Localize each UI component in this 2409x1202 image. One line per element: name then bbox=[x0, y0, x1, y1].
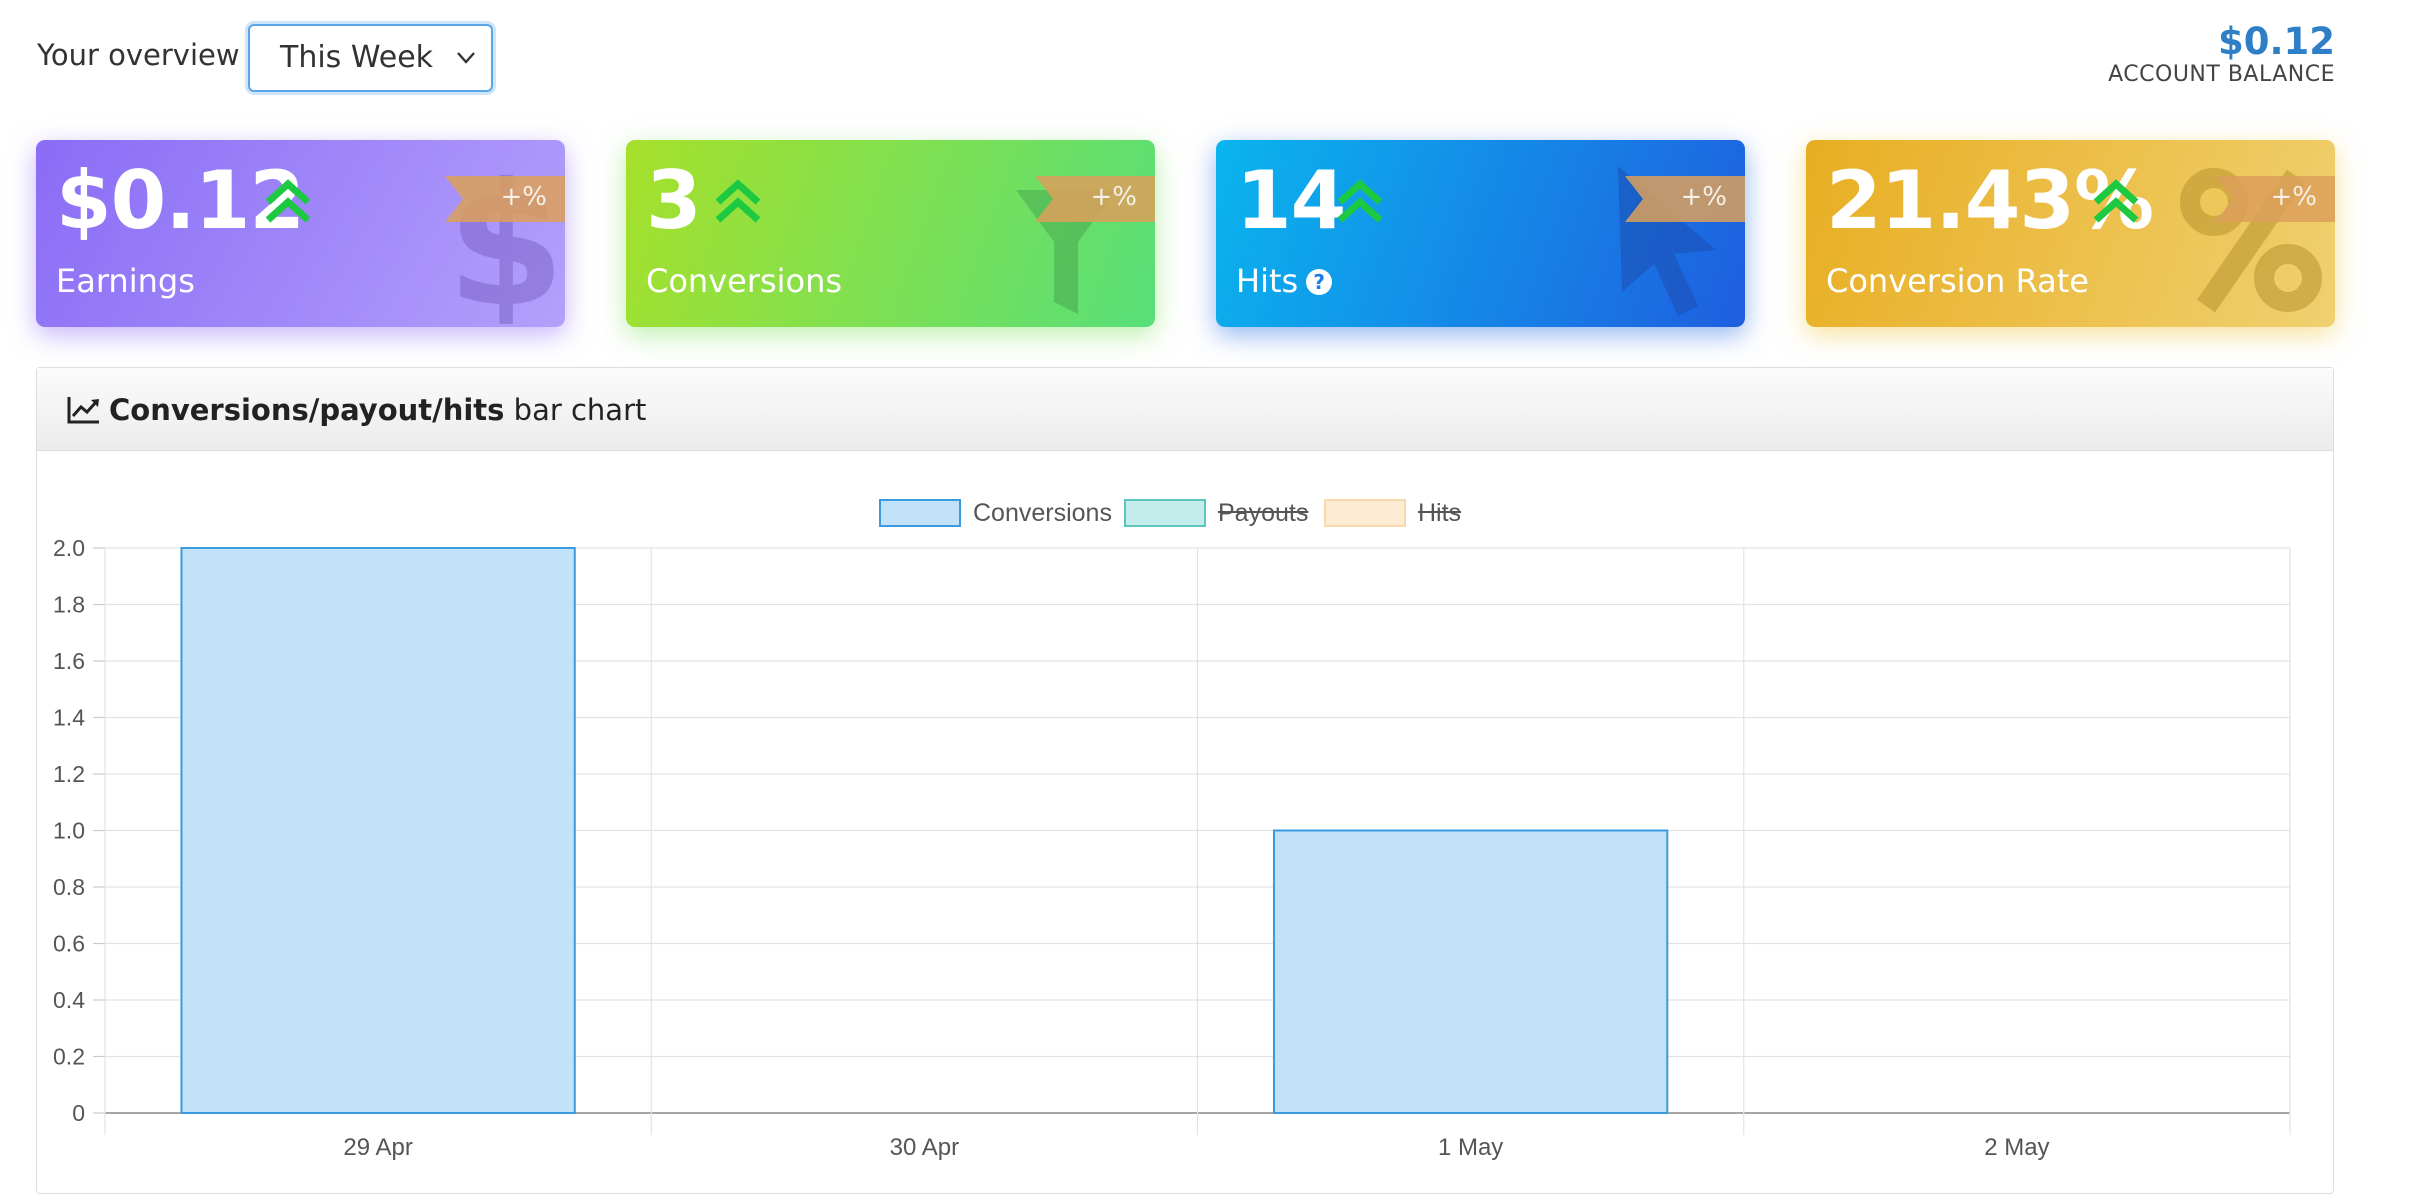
y-tick-label: 0.8 bbox=[53, 874, 85, 900]
y-tick-label: 0.4 bbox=[53, 987, 85, 1013]
x-tick-label: 30 Apr bbox=[890, 1134, 959, 1161]
y-tick-label: 0 bbox=[72, 1100, 85, 1126]
bar-conversions bbox=[1272, 829, 1669, 1114]
conversions-bar-chart: 0 0.2 0.4 0.6 0.8 1.0 1.2 1.4 1.6 1.8 2.0 29 Apr 30 … bbox=[53, 499, 2291, 1161]
y-tick-label: 0.6 bbox=[53, 931, 85, 957]
legend-label: Conversions bbox=[973, 499, 1112, 527]
bar-conversions bbox=[180, 547, 576, 1114]
y-tick-label: 1.8 bbox=[53, 592, 85, 618]
x-tick-label: 2 May bbox=[1984, 1134, 2049, 1161]
y-tick-label: 1.4 bbox=[53, 705, 85, 731]
x-tick-label: 29 Apr bbox=[343, 1134, 412, 1161]
y-tick-label: 1.2 bbox=[53, 761, 85, 787]
y-tick-label: 0.2 bbox=[53, 1044, 85, 1070]
y-tick-label: 1.0 bbox=[53, 818, 85, 844]
legend-swatch bbox=[1324, 499, 1406, 527]
legend-swatch bbox=[879, 499, 961, 527]
y-tick-label: 2.0 bbox=[53, 535, 85, 561]
y-tick-label: 1.6 bbox=[53, 648, 85, 674]
legend-swatch bbox=[1124, 499, 1206, 527]
x-tick-label: 1 May bbox=[1438, 1134, 1503, 1161]
